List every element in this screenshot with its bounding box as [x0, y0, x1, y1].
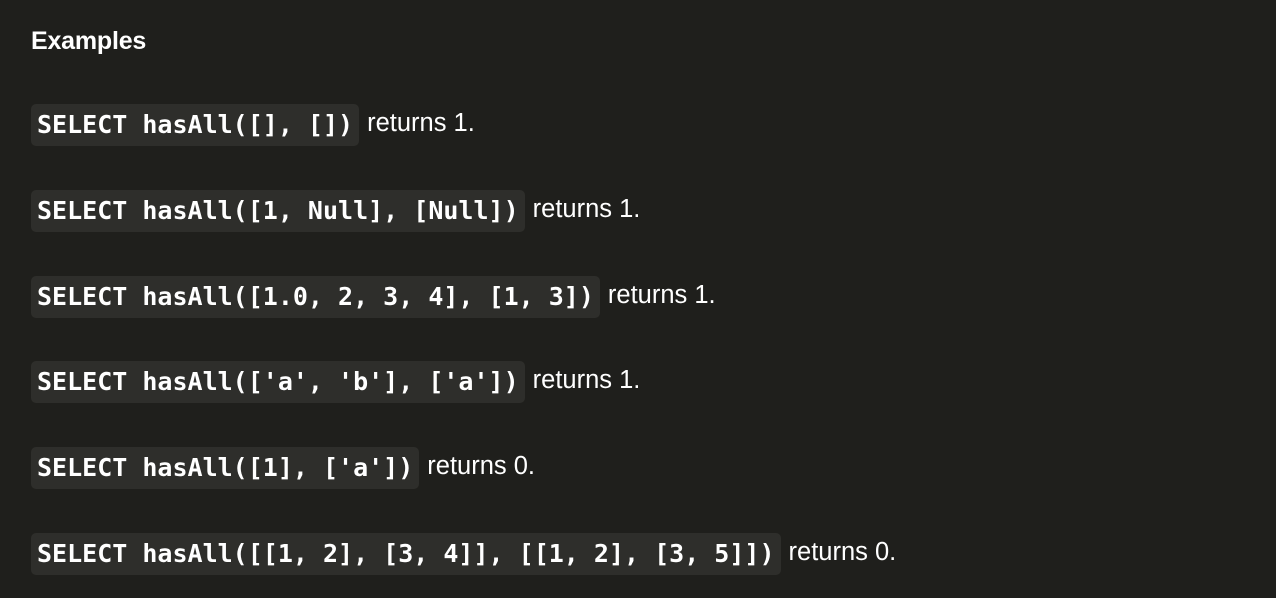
- result-text: returns 0.: [788, 538, 897, 566]
- example-item: SELECT hasAll(['a', 'b'], ['a']) returns…: [31, 361, 640, 403]
- section-heading: Examples: [31, 27, 147, 55]
- code-snippet: SELECT hasAll([[1, 2], [3, 4]], [[1, 2],…: [31, 533, 781, 575]
- result-text: returns 1.: [607, 281, 716, 309]
- result-text: returns 1.: [367, 109, 475, 137]
- code-snippet: SELECT hasAll([1], ['a']): [31, 447, 420, 489]
- code-snippet: SELECT hasAll(['a', 'b'], ['a']): [31, 361, 525, 403]
- code-snippet: SELECT hasAll([], []): [31, 104, 360, 146]
- code-snippet: SELECT hasAll([1.0, 2, 3, 4], [1, 3]): [31, 276, 600, 318]
- example-item: SELECT hasAll([1, Null], [Null]) returns…: [31, 190, 640, 232]
- example-item: SELECT hasAll([[1, 2], [3, 4]], [[1, 2],…: [31, 533, 896, 575]
- example-item: SELECT hasAll([1.0, 2, 3, 4], [1, 3]) re…: [31, 276, 716, 318]
- result-text: returns 1.: [532, 366, 641, 394]
- result-text: returns 1.: [532, 195, 641, 223]
- example-item: SELECT hasAll([1], ['a']) returns 0.: [31, 447, 535, 489]
- example-item: SELECT hasAll([], []) returns 1.: [31, 104, 475, 146]
- code-snippet: SELECT hasAll([1, Null], [Null]): [31, 190, 525, 232]
- result-text: returns 0.: [427, 452, 536, 480]
